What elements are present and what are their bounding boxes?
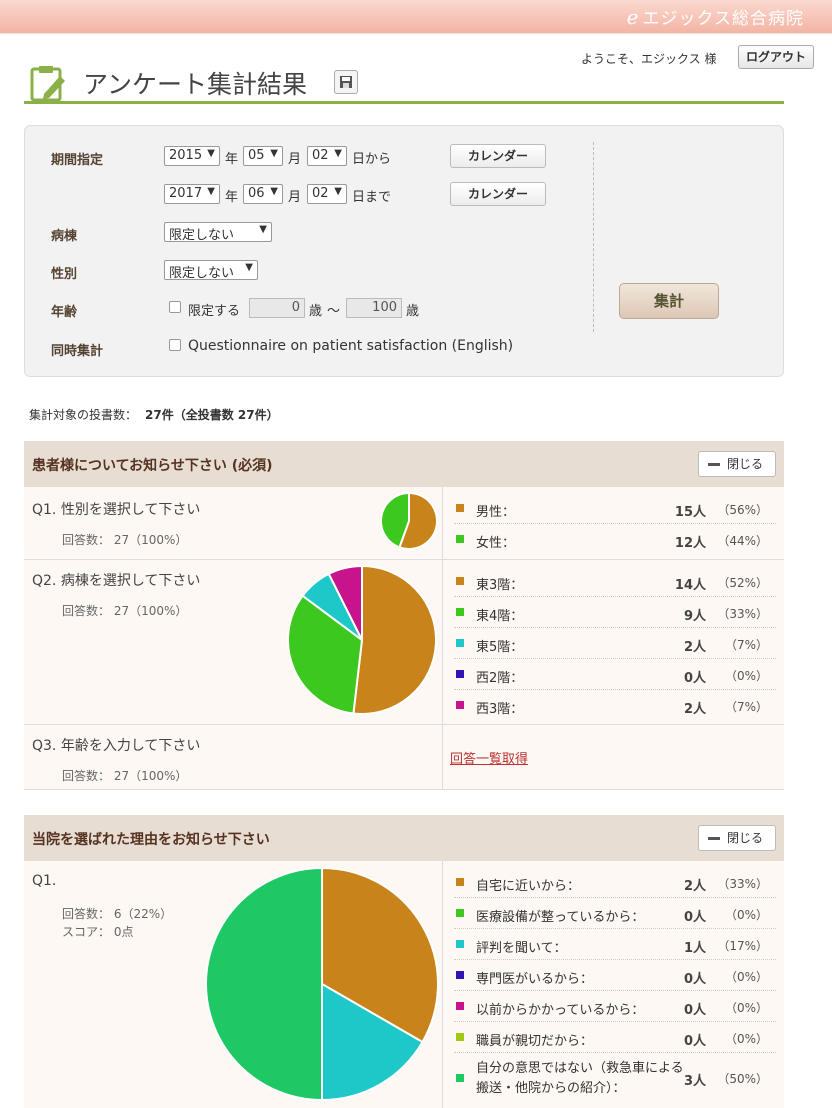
- question-block: Q3. 年齢を入力して下さい 回答数： 27（100%）: [24, 725, 784, 790]
- calendar-from-button[interactable]: カレンダー: [450, 144, 546, 168]
- pie-chart: [287, 565, 437, 715]
- age-limit-checkbox[interactable]: [169, 301, 181, 313]
- legend-swatch: [456, 504, 464, 512]
- answer-count: 回答数： 27（100%）: [62, 769, 188, 783]
- question-block: Q1. 回答数： 6（22%） スコア： 0点 自宅に近いから： 2人 （33%） …: [24, 861, 784, 1108]
- pie-slice-東3階: [352, 565, 437, 715]
- aggregate-button[interactable]: 集計: [619, 283, 719, 319]
- legend-swatch: [456, 909, 464, 917]
- legend-swatch: [456, 639, 464, 647]
- legend-swatch: [456, 940, 464, 948]
- answer-count: 回答数： 27（100%）: [62, 604, 188, 618]
- simul-option-label: Questionnaire on patient satisfaction (E…: [188, 338, 514, 354]
- section-title: 患者様についてお知らせ下さい (必須): [32, 458, 273, 474]
- legend-swatch: [456, 1002, 464, 1010]
- close-section-button[interactable]: 閉じる: [698, 451, 776, 477]
- section-title: 当院を選ばれた理由をお知らせ下さい: [32, 832, 270, 848]
- minus-icon: [708, 463, 720, 466]
- minus-icon: [708, 837, 720, 840]
- top-bar: e エジックス総合病院: [0, 0, 832, 34]
- legend-item: 男性： 15人 （56%）: [454, 493, 776, 524]
- legend-item: 東4階： 9人 （33%）: [454, 597, 776, 628]
- legend-item: 医療設備が整っているから： 0人 （0%）: [454, 898, 776, 929]
- simul-checkbox[interactable]: [169, 339, 181, 351]
- legend-item: 西3階： 2人 （7%）: [454, 690, 776, 721]
- legend-item: 西2階： 0人 （0%）: [454, 659, 776, 690]
- answer-count: 回答数： 27（100%）: [62, 533, 188, 547]
- period-label: 期間指定: [51, 153, 104, 168]
- legend-item: 職員が親切だから： 0人 （0%）: [454, 1022, 776, 1053]
- pie-slice-自分の意思ではない（救急車による搬送・他院からの紹介）: [205, 867, 323, 1101]
- legend-item: 以前からかかっているから： 0人 （0%）: [454, 991, 776, 1022]
- filter-panel: 期間指定 2015 ▼ 年 05 ▼ 月 02 ▼ 日から カレンダー 2017 ▼ 年…: [24, 125, 784, 377]
- logout-button[interactable]: ログアウト: [738, 45, 814, 69]
- question-title: Q1.: [32, 873, 57, 889]
- legend-swatch: [456, 535, 464, 543]
- question-block: Q2. 病棟を選択して下さい 回答数： 27（100%） 東3階： 14人 （52%…: [24, 560, 784, 725]
- legend-item: 自宅に近いから： 2人 （33%）: [454, 867, 776, 898]
- legend-swatch: [456, 1074, 464, 1082]
- to-day-select[interactable]: 02 ▼: [307, 184, 347, 204]
- clipboard-icon: [30, 66, 65, 102]
- hospital-name: エジックス総合病院: [642, 9, 804, 29]
- save-icon[interactable]: [334, 70, 358, 94]
- title-divider: [24, 101, 784, 104]
- age-label: 年齢: [51, 305, 78, 320]
- age-min-input[interactable]: 0: [249, 298, 305, 318]
- page-title: アンケート集計結果: [83, 70, 308, 99]
- answer-list-link[interactable]: 回答一覧取得: [450, 748, 528, 767]
- score-text: スコア： 0点: [62, 925, 134, 939]
- legend-swatch: [456, 608, 464, 616]
- legend-swatch: [456, 670, 464, 678]
- question-block: Q1. 性別を選択して下さい 回答数： 27（100%） 男性： 15人 （56%）…: [24, 487, 784, 560]
- vote-summary: 集計対象の投書数： 27件（全投書数 27件）: [29, 408, 279, 422]
- question-title: Q1. 性別を選択して下さい: [32, 502, 201, 518]
- age-max-input[interactable]: 100: [346, 298, 402, 318]
- to-year-select[interactable]: 2017 ▼: [164, 184, 220, 204]
- from-year-select[interactable]: 2015 ▼: [164, 146, 220, 166]
- filter-divider: [593, 142, 594, 332]
- calendar-to-button[interactable]: カレンダー: [450, 182, 546, 206]
- legend-swatch: [456, 701, 464, 709]
- ward-select[interactable]: 限定しない ▼: [164, 222, 272, 243]
- ward-label: 病棟: [51, 229, 78, 244]
- legend-item: 専門医がいるから： 0人 （0%）: [454, 960, 776, 991]
- legend-swatch: [456, 577, 464, 585]
- legend-item: 東5階： 2人 （7%）: [454, 628, 776, 659]
- legend-swatch: [456, 1033, 464, 1041]
- section-header: 当院を選ばれた理由をお知らせ下さい 閉じる: [24, 815, 784, 861]
- legend-item: 自分の意思ではない（救急車による搬送・他院からの紹介）： 3人 （50%）: [454, 1053, 776, 1103]
- question-title: Q3. 年齢を入力して下さい: [32, 738, 201, 754]
- section-header: 患者様についてお知らせ下さい (必須) 閉じる: [24, 441, 784, 487]
- welcome-text: ようこそ、エジックス 様: [581, 52, 717, 66]
- hospital-logo: e エジックス総合病院: [626, 5, 804, 29]
- legend-item: 東3階： 14人 （52%）: [454, 566, 776, 597]
- pie-chart: [380, 492, 438, 550]
- legend-swatch: [456, 878, 464, 886]
- legend-swatch: [456, 971, 464, 979]
- close-section-button[interactable]: 閉じる: [698, 825, 776, 851]
- legend-item: 女性： 12人 （44%）: [454, 524, 776, 555]
- to-month-select[interactable]: 06 ▼: [243, 184, 283, 204]
- answer-count: 回答数： 6（22%）: [62, 907, 173, 921]
- pie-chart: [205, 867, 439, 1101]
- from-month-select[interactable]: 05 ▼: [243, 146, 283, 166]
- from-day-select[interactable]: 02 ▼: [307, 146, 347, 166]
- simul-label: 同時集計: [51, 344, 104, 359]
- question-title: Q2. 病棟を選択して下さい: [32, 573, 201, 589]
- gender-select[interactable]: 限定しない ▼: [164, 260, 258, 281]
- gender-label: 性別: [51, 267, 78, 282]
- legend-item: 評判を聞いて： 1人 （17%）: [454, 929, 776, 960]
